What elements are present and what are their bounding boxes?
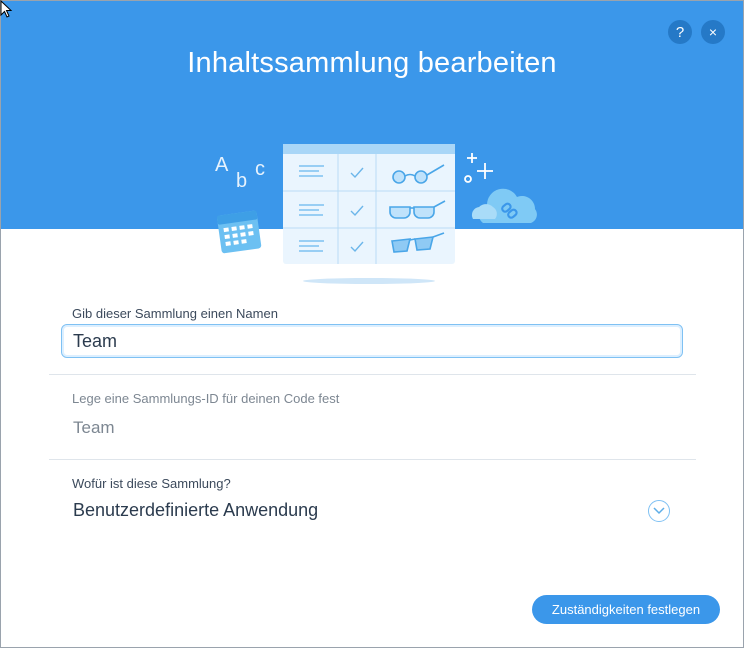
purpose-dropdown-toggle[interactable] [648, 500, 670, 522]
purpose-label: Wofür ist diese Sammlung? [72, 476, 231, 491]
chevron-down-icon [653, 507, 665, 515]
name-field-label: Gib dieser Sammlung einen Namen [72, 306, 278, 321]
collection-id-value: Team [73, 418, 115, 437]
letter-a: A [215, 154, 229, 176]
letter-c: c [255, 158, 265, 180]
collection-id-label: Lege eine Sammlungs-ID für deinen Code f… [72, 391, 340, 406]
plus-sparkles [464, 153, 493, 183]
edit-collection-dialog: Inhaltssammlung bearbeiten ? × A b c Gib… [0, 0, 744, 648]
mouse-cursor-icon [0, 0, 13, 18]
letter-b: b [236, 170, 247, 192]
cloud-link-icon [471, 188, 537, 223]
close-button[interactable]: × [701, 20, 725, 44]
help-button[interactable]: ? [668, 20, 692, 44]
collection-illustration: A b c [215, 144, 537, 284]
help-icon: ? [675, 23, 685, 41]
set-permissions-button[interactable]: Zuständigkeiten festlegen [532, 595, 720, 624]
dialog-title: Inhaltssammlung bearbeiten [187, 47, 557, 79]
calendar-icon [216, 210, 262, 254]
table-card [283, 144, 455, 284]
close-icon: × [708, 24, 718, 40]
divider [49, 459, 696, 460]
divider [49, 374, 696, 375]
purpose-dropdown-value[interactable]: Benutzerdefinierte Anwendung [73, 500, 318, 521]
collection-name-input[interactable] [61, 324, 683, 358]
